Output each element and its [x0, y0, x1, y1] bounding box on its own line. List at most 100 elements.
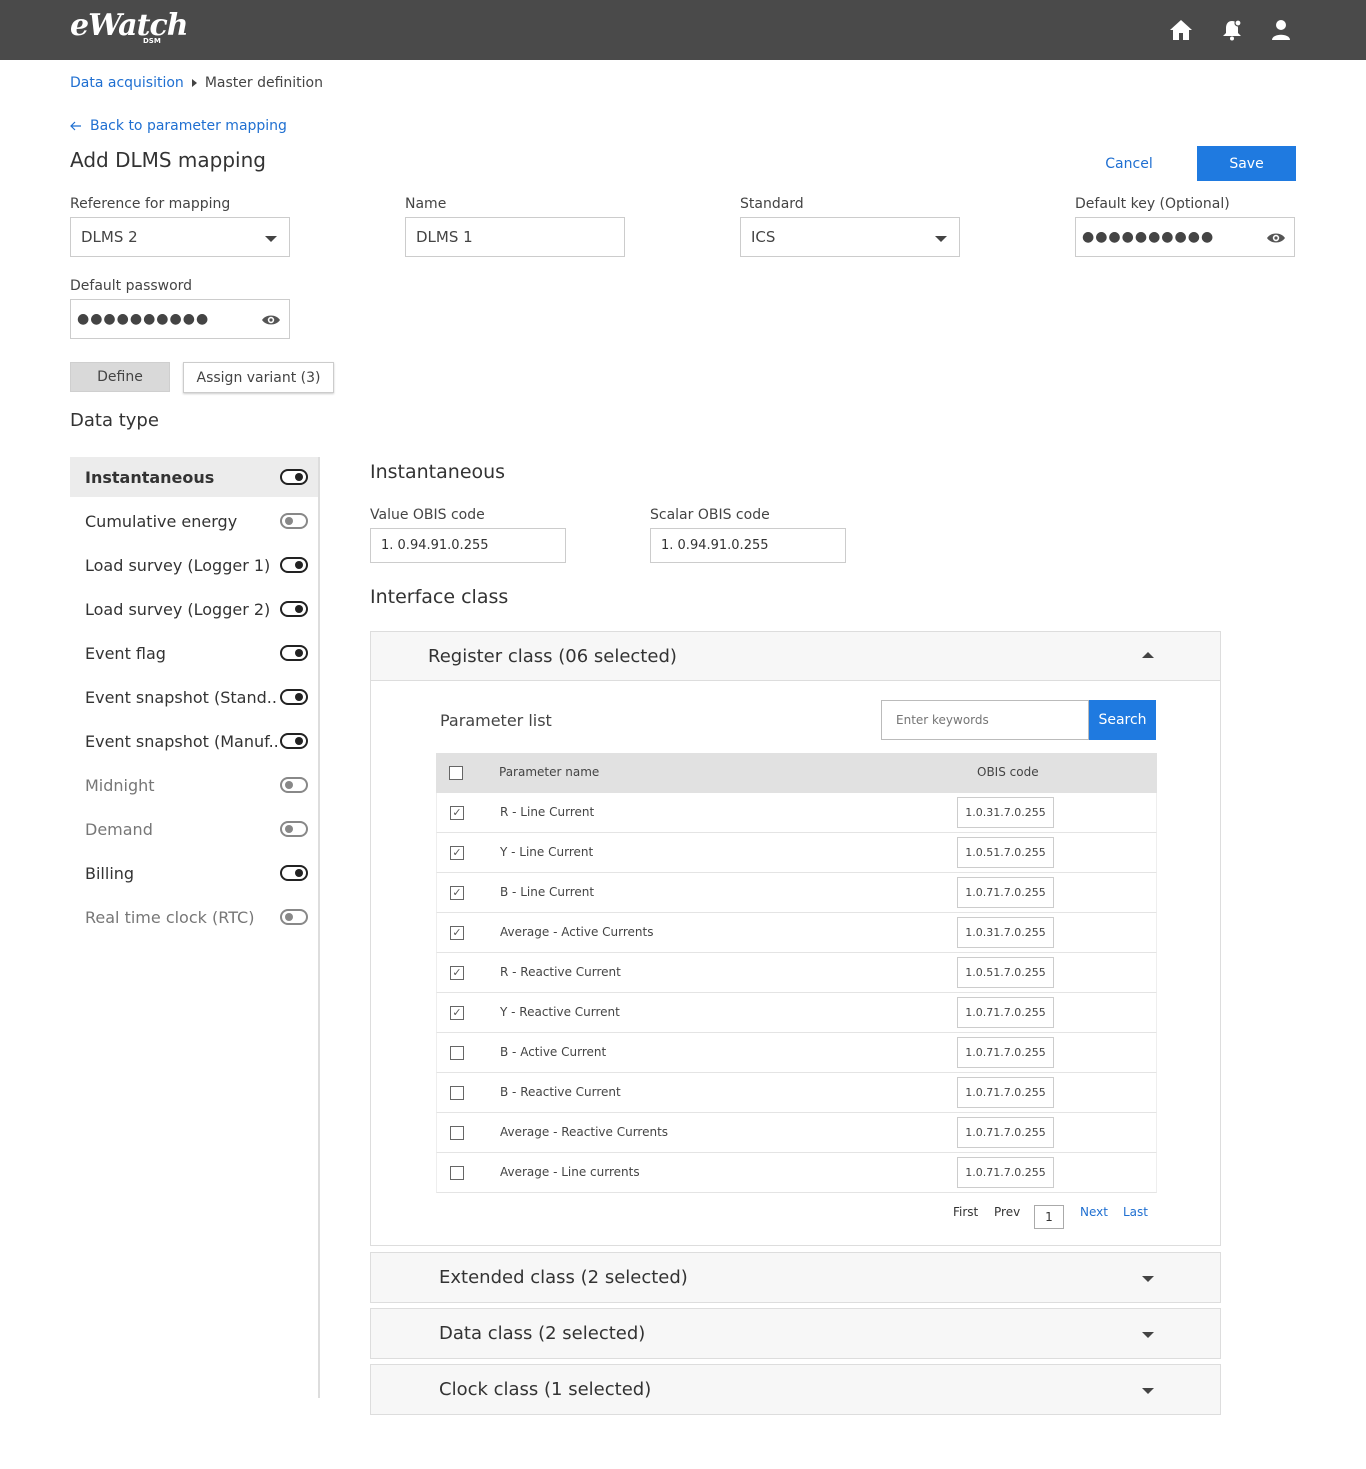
extended-class-header[interactable]: Extended class (2 selected)	[371, 1253, 1220, 1302]
default-key-label: Default key (Optional)	[1075, 196, 1230, 212]
data-type-item-rtc[interactable]: Real time clock (RTC)	[70, 895, 318, 939]
data-type-item-load-survey-2[interactable]: Load survey (Logger 2)	[70, 587, 318, 631]
save-button[interactable]: Save	[1197, 146, 1296, 181]
parameter-name: R - Reactive Current	[500, 965, 621, 979]
row-checkbox[interactable]: ✓	[450, 846, 464, 860]
toggle-switch[interactable]	[280, 777, 308, 793]
row-checkbox[interactable]: ✓	[450, 926, 464, 940]
obis-code-input[interactable]: 1.0.51.7.0.255	[957, 957, 1054, 988]
toggle-switch[interactable]	[280, 689, 308, 705]
reference-label: Reference for mapping	[70, 196, 231, 212]
search-button[interactable]: Search	[1089, 700, 1156, 740]
data-type-item-event-flag[interactable]: Event flag	[70, 631, 318, 675]
data-type-item-demand[interactable]: Demand	[70, 807, 318, 851]
data-type-item-event-snapshot-manufacturer[interactable]: Event snapshot (Manuf..	[70, 719, 318, 763]
obis-code-input[interactable]: 1.0.71.7.0.255	[957, 877, 1054, 908]
data-type-label: Real time clock (RTC)	[85, 907, 255, 927]
register-class-accordion: Register class (06 selected) Parameter l…	[370, 631, 1221, 1246]
data-type-item-instantaneous[interactable]: Instantaneous	[70, 457, 318, 497]
search-input[interactable]	[881, 700, 1089, 740]
app-logo[interactable]: eWatch	[70, 8, 189, 43]
toggle-switch[interactable]	[280, 909, 308, 925]
row-checkbox[interactable]	[450, 1166, 464, 1180]
value-obis-input[interactable]: 1. 0.94.91.0.255	[370, 528, 566, 563]
chevron-down-icon	[935, 236, 947, 242]
name-input[interactable]: DLMS 1	[405, 217, 625, 257]
obis-code-input[interactable]: 1.0.71.7.0.255	[957, 1117, 1054, 1148]
row-checkbox[interactable]	[450, 1126, 464, 1140]
parameter-name: R - Line Current	[500, 805, 595, 819]
row-checkbox[interactable]	[450, 1086, 464, 1100]
obis-code-input[interactable]: 1.0.31.7.0.255	[957, 797, 1054, 828]
parameter-list-title: Parameter list	[440, 711, 552, 730]
data-type-item-cumulative-energy[interactable]: Cumulative energy	[70, 499, 318, 543]
register-class-header[interactable]: Register class (06 selected)	[371, 632, 1220, 681]
scalar-obis-input[interactable]: 1. 0.94.91.0.255	[650, 528, 846, 563]
eye-icon[interactable]	[1266, 230, 1286, 246]
toggle-switch[interactable]	[280, 469, 308, 485]
data-class-header[interactable]: Data class (2 selected)	[371, 1309, 1220, 1358]
pager-prev[interactable]: Prev	[994, 1205, 1020, 1219]
tab-define[interactable]: Define	[70, 362, 170, 392]
data-type-item-event-snapshot-standard[interactable]: Event snapshot (Stand..	[70, 675, 318, 719]
obis-code-input[interactable]: 1.0.71.7.0.255	[957, 1037, 1054, 1068]
standard-select[interactable]: ICS	[740, 217, 960, 257]
toggle-switch[interactable]	[280, 557, 308, 573]
pager-next[interactable]: Next	[1080, 1205, 1108, 1219]
parameter-name: B - Active Current	[500, 1045, 607, 1059]
default-key-input[interactable]: ●●●●●●●●●●	[1075, 217, 1295, 257]
data-type-item-midnight[interactable]: Midnight	[70, 763, 318, 807]
table-row: Average - Line currents 1.0.71.7.0.255	[436, 1153, 1157, 1193]
toggle-switch[interactable]	[280, 733, 308, 749]
row-checkbox[interactable]: ✓	[450, 806, 464, 820]
standard-value: ICS	[751, 228, 776, 246]
clock-class-header[interactable]: Clock class (1 selected)	[371, 1365, 1220, 1414]
data-type-label: Load survey (Logger 2)	[85, 599, 271, 619]
obis-code-input[interactable]: 1.0.51.7.0.255	[957, 837, 1054, 868]
top-bar: eWatch DSM	[0, 0, 1366, 60]
default-password-input[interactable]: ●●●●●●●●●●	[70, 299, 290, 339]
row-checkbox[interactable]: ✓	[450, 1006, 464, 1020]
reference-select[interactable]: DLMS 2	[70, 217, 290, 257]
obis-code-input[interactable]: 1.0.71.7.0.255	[957, 997, 1054, 1028]
register-class-title: Register class (06 selected)	[428, 645, 677, 667]
arrow-left-icon	[70, 121, 81, 131]
user-icon[interactable]	[1267, 16, 1295, 44]
obis-code-input[interactable]: 1.0.71.7.0.255	[957, 1157, 1054, 1188]
standard-label: Standard	[740, 196, 804, 212]
pager-page-input[interactable]: 1	[1034, 1205, 1064, 1229]
tab-assign-variant[interactable]: Assign variant (3)	[183, 362, 334, 393]
data-type-item-load-survey-1[interactable]: Load survey (Logger 1)	[70, 543, 318, 587]
row-checkbox[interactable]: ✓	[450, 886, 464, 900]
pager-last[interactable]: Last	[1123, 1205, 1148, 1219]
parameter-name: Y - Reactive Current	[500, 1005, 620, 1019]
back-link-label: Back to parameter mapping	[90, 118, 287, 134]
toggle-switch[interactable]	[280, 601, 308, 617]
obis-code-input[interactable]: 1.0.31.7.0.255	[957, 917, 1054, 948]
row-checkbox[interactable]	[450, 1046, 464, 1060]
toggle-switch[interactable]	[280, 513, 308, 529]
select-all-checkbox[interactable]	[449, 766, 463, 780]
toggle-switch[interactable]	[280, 821, 308, 837]
toggle-switch[interactable]	[280, 645, 308, 661]
data-type-heading: Data type	[70, 410, 159, 431]
table-row: ✓ Y - Reactive Current 1.0.71.7.0.255	[436, 993, 1157, 1033]
table-row: Average - Reactive Currents 1.0.71.7.0.2…	[436, 1113, 1157, 1153]
notification-bell-icon[interactable]	[1218, 16, 1246, 44]
chevron-down-icon	[1142, 1276, 1154, 1282]
breadcrumb-link-data-acquisition[interactable]: Data acquisition	[70, 75, 184, 91]
eye-icon[interactable]	[261, 312, 281, 328]
pager-first[interactable]: First	[953, 1205, 978, 1219]
data-type-list: Instantaneous Cumulative energy Load sur…	[70, 457, 320, 1398]
obis-code-input[interactable]: 1.0.71.7.0.255	[957, 1077, 1054, 1108]
chevron-down-icon	[265, 236, 277, 242]
extended-class-accordion: Extended class (2 selected)	[370, 1252, 1221, 1303]
home-icon[interactable]	[1167, 16, 1195, 44]
toggle-switch[interactable]	[280, 865, 308, 881]
back-to-parameter-mapping-link[interactable]: Back to parameter mapping	[70, 118, 287, 134]
reference-value: DLMS 2	[81, 228, 138, 246]
cancel-button[interactable]: Cancel	[1090, 146, 1168, 181]
data-type-item-billing[interactable]: Billing	[70, 851, 318, 895]
breadcrumb-separator-icon	[191, 79, 197, 87]
row-checkbox[interactable]: ✓	[450, 966, 464, 980]
